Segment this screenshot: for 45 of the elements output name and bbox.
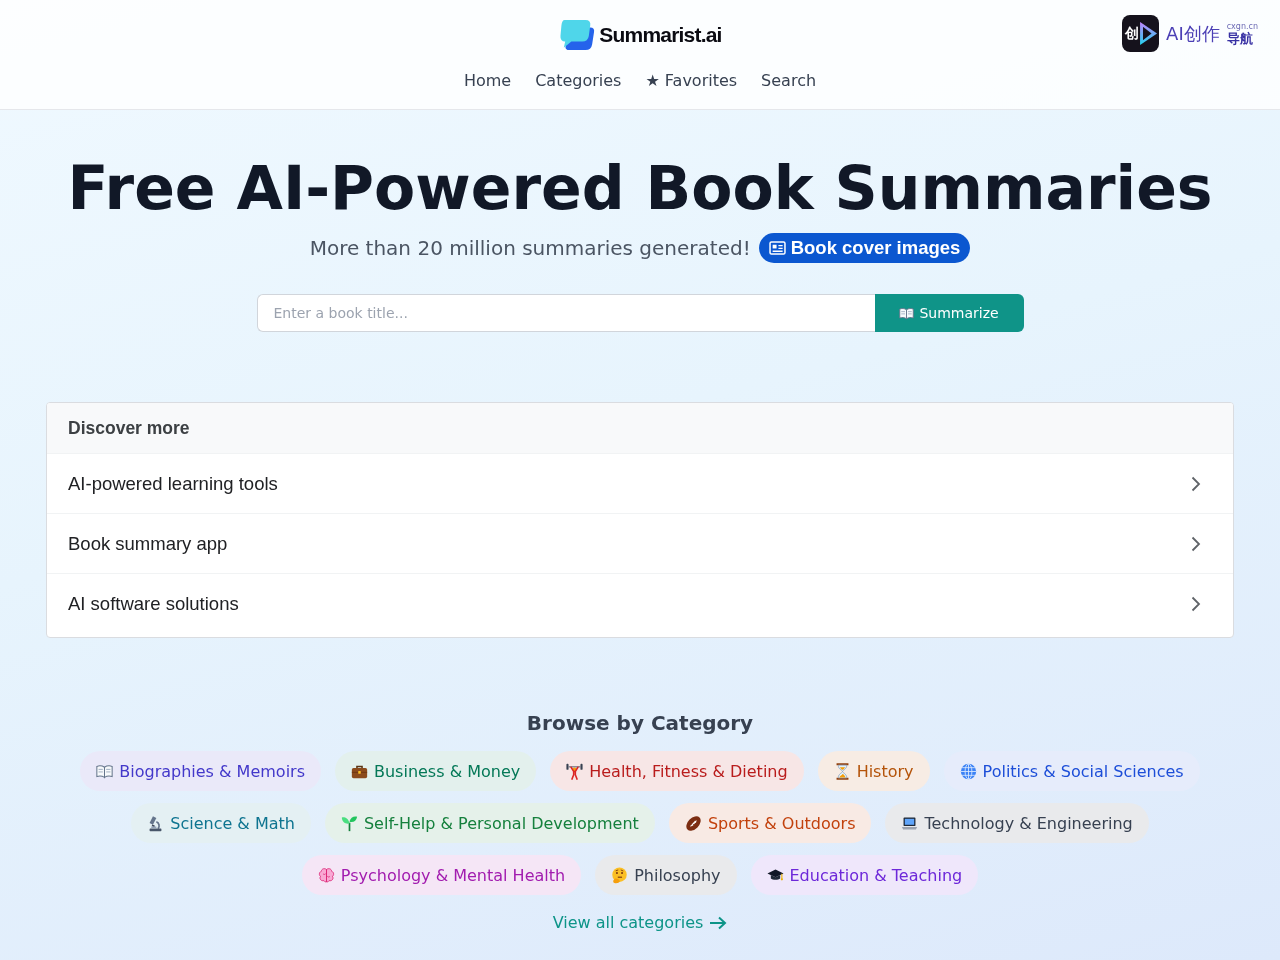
- nav-link[interactable]: ★ Favorites: [645, 70, 738, 92]
- discover-link-row[interactable]: AI software solutions: [47, 573, 1233, 633]
- nav-link[interactable]: Categories: [535, 70, 622, 92]
- chevron-right-icon: [1191, 595, 1201, 612]
- category-chip[interactable]: Technology & Engineering: [885, 803, 1149, 843]
- category-chip[interactable]: Education & Teaching: [750, 855, 979, 895]
- nav-link[interactable]: Search: [761, 70, 817, 92]
- category-chip[interactable]: Science & Math: [131, 803, 311, 843]
- brand-logo-link[interactable]: Summarist.ai: [558, 16, 722, 54]
- weightlifter-icon: [566, 762, 584, 780]
- speech-bubbles-icon: [558, 18, 597, 52]
- category-chip[interactable]: Politics & Social Sciences: [943, 751, 1200, 791]
- book-icon: [96, 762, 114, 780]
- chevron-right-icon: [1191, 475, 1201, 492]
- thinking-face-icon: [611, 866, 629, 884]
- football-icon: [684, 814, 702, 832]
- panel-title: Discover more: [68, 417, 190, 439]
- category-chip[interactable]: Business & Money: [335, 751, 537, 791]
- category-chip[interactable]: History: [817, 751, 930, 791]
- partner-logo-domain: cxgn.cn: [1226, 21, 1258, 31]
- newspaper-icon: [768, 241, 786, 255]
- brain-icon: [317, 866, 335, 884]
- category-chip[interactable]: Biographies & Memoirs: [80, 751, 321, 791]
- discover-link-row[interactable]: Book summary app: [47, 513, 1233, 573]
- globe-icon: [959, 762, 977, 780]
- open-book-icon: [899, 305, 915, 321]
- nav-link[interactable]: Home: [463, 70, 512, 92]
- category-chip[interactable]: Self-Help & Personal Development: [324, 803, 655, 843]
- page-headline: Free AI-Powered Book Summaries: [66, 152, 1214, 224]
- summarize-button[interactable]: Summarize: [874, 294, 1024, 332]
- subtitle: More than 20 million summaries generated!: [309, 236, 751, 260]
- category-chip[interactable]: Philosophy: [595, 855, 737, 895]
- discover-link-row[interactable]: AI-powered learning tools: [47, 453, 1233, 513]
- partner-logo-tagline: 导航: [1226, 30, 1253, 46]
- arrow-right-icon: [709, 916, 728, 930]
- category-chip[interactable]: Psychology & Mental Health: [301, 855, 582, 895]
- app-logo-tile[interactable]: 创: [1122, 15, 1160, 52]
- section-heading: Browse by Category: [525, 710, 755, 737]
- book-title-input[interactable]: Enter a book title...: [256, 294, 875, 332]
- seedling-icon: [340, 814, 358, 832]
- partner-logo-name: AI创作: [1166, 22, 1220, 45]
- book-covers-pill-link[interactable]: Book cover images: [758, 233, 971, 263]
- category-chip[interactable]: Health, Fitness & Dieting: [550, 751, 804, 791]
- chevron-right-icon: [1191, 535, 1201, 552]
- category-chip[interactable]: Sports & Outdoors: [668, 803, 872, 843]
